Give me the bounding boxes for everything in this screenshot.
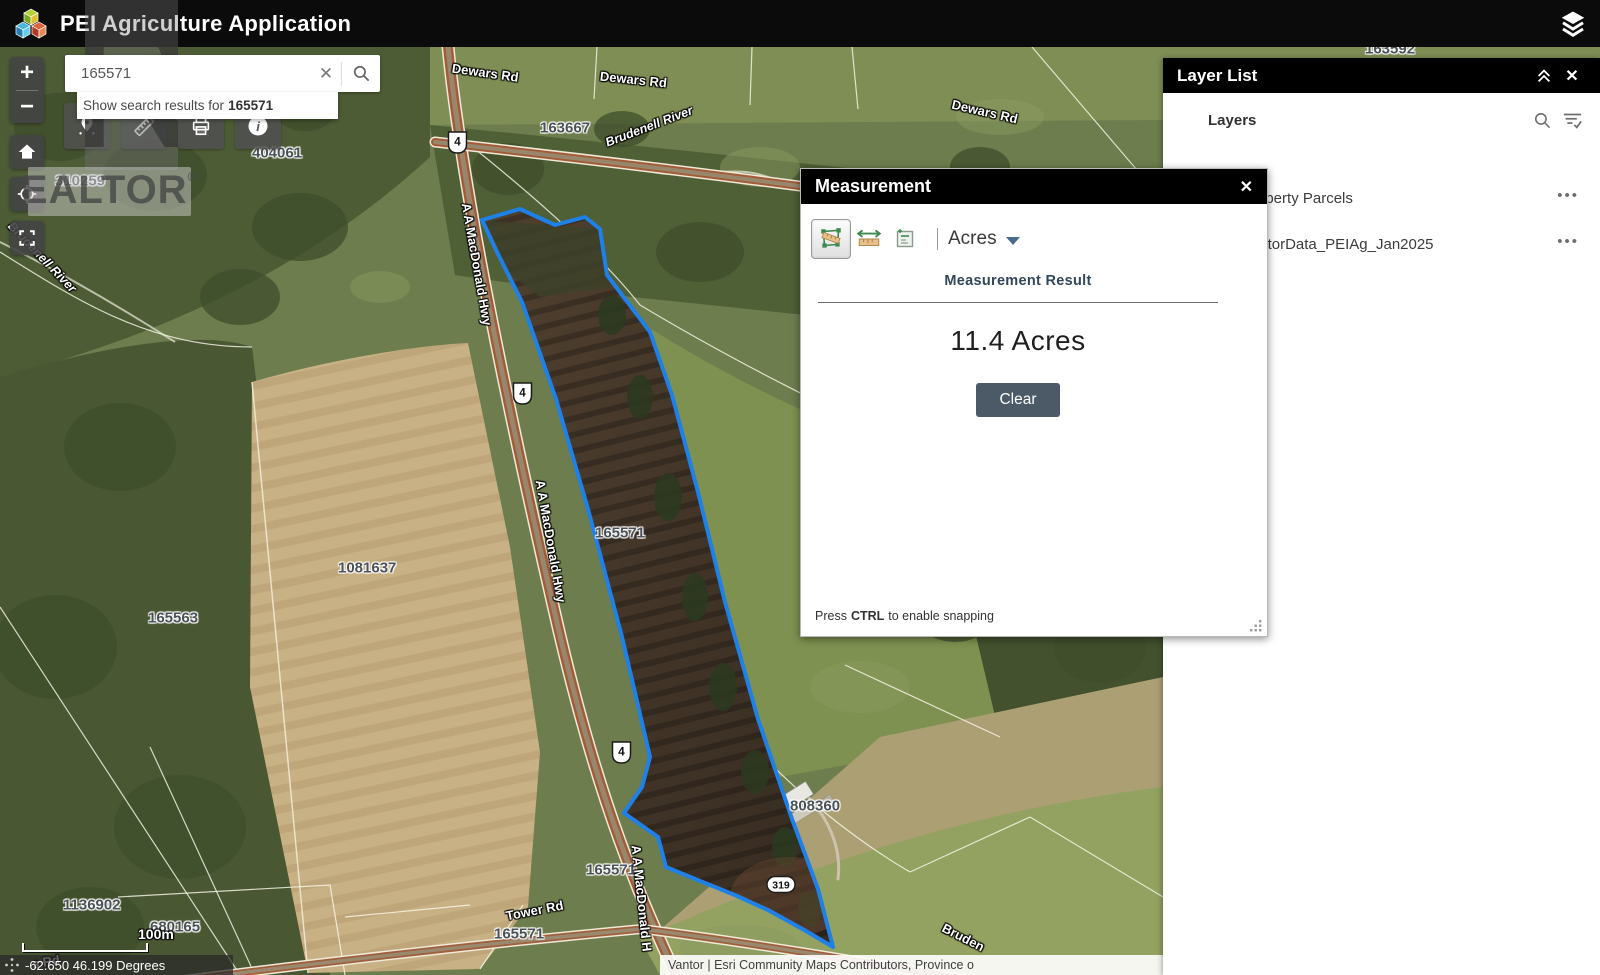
zoom-control: + − [10, 57, 44, 123]
scalebar [22, 943, 148, 952]
measurement-header: Measurement ✕ [801, 169, 1267, 204]
hint-suffix: to enable snapping [888, 609, 994, 623]
unit-dropdown[interactable]: Acres [948, 228, 1020, 250]
search-button[interactable] [342, 55, 380, 92]
search-icon [352, 64, 371, 83]
home-button[interactable] [10, 135, 44, 169]
layers-section-label: Layers [1208, 112, 1256, 129]
home-icon [17, 142, 37, 162]
clear-search-icon[interactable]: ✕ [311, 64, 341, 84]
zoom-out-button[interactable]: − [10, 90, 44, 123]
search-input[interactable] [65, 65, 311, 82]
measure-location-button[interactable] [887, 219, 923, 259]
measure-location-icon [893, 227, 917, 251]
app-title: PEI Agriculture Application [60, 11, 351, 37]
collapse-panel-button[interactable] [1530, 62, 1558, 90]
measurement-title: Measurement [815, 176, 1240, 197]
search-box: ✕ [65, 55, 380, 92]
close-layer-list-button[interactable]: ✕ [1558, 62, 1586, 90]
measurement-result-value: 11.4 Acres [818, 325, 1218, 357]
measure-area-button[interactable] [811, 219, 851, 259]
snapping-hint: Press CTRL to enable snapping [815, 609, 994, 623]
filter-check-icon [1562, 111, 1583, 130]
measure-distance-icon [856, 226, 882, 252]
watermark-rest: EALTOR [21, 167, 188, 213]
pei-agriculture-app: 1636674040613102591635921081637165563165… [0, 0, 1600, 975]
zoom-in-button[interactable]: + [10, 57, 44, 90]
toolbar-separator [937, 228, 938, 250]
hint-key: CTRL [851, 609, 884, 623]
layers-icon [1558, 9, 1588, 39]
clear-button[interactable]: Clear [976, 383, 1060, 417]
crosshair-icon [4, 957, 20, 973]
measure-area-icon [818, 226, 844, 252]
fullscreen-icon [18, 229, 36, 247]
search-suggestion[interactable]: Show search results for 165571 [77, 92, 338, 119]
layer-options-button[interactable]: ••• [1557, 233, 1579, 250]
resize-handle[interactable] [1249, 619, 1262, 632]
close-measurement-button[interactable]: ✕ [1240, 177, 1253, 197]
hint-prefix: Press [815, 609, 847, 623]
result-divider [818, 302, 1218, 303]
app-header: PEI Agriculture Application [0, 0, 1600, 47]
measurement-dialog: Measurement ✕ [800, 168, 1268, 637]
layer-list-title: Layer List [1177, 66, 1530, 86]
map-attribution: Vantor | Esri Community Maps Contributor… [660, 955, 1163, 975]
app-logo-icon [14, 7, 48, 41]
measurement-content: Measurement Result 11.4 Acres Clear [818, 273, 1218, 417]
svg-text:i: i [256, 119, 260, 134]
layer-name: VantorData_PEIAg_Jan2025 [1242, 236, 1434, 253]
basemap-layers-button[interactable] [1554, 5, 1592, 43]
coordinate-readout: -62.650 46.199 Degrees [25, 958, 165, 973]
measure-distance-button[interactable] [851, 219, 887, 259]
measurement-result-header: Measurement Result [818, 273, 1218, 289]
search-layers-button[interactable] [1533, 111, 1552, 135]
filter-layers-button[interactable] [1562, 111, 1583, 135]
chevron-down-icon [1006, 237, 1020, 245]
watermark-registered-mark: ® [188, 167, 199, 187]
layer-list-header: Layer List ✕ [1163, 58, 1600, 93]
scalebar-label: 100m [138, 926, 174, 942]
layer-options-button[interactable]: ••• [1557, 187, 1579, 204]
layer-search-icon [1533, 111, 1552, 130]
suggestion-term: 165571 [228, 98, 273, 113]
resize-grip-icon [1249, 619, 1262, 632]
suggestion-text: Show search results for [83, 98, 224, 113]
measurement-toolbar: Acres [811, 219, 1020, 259]
unit-label: Acres [948, 228, 997, 250]
watermark-word-box: EALTOR® [28, 167, 191, 216]
double-chevron-up-icon [1535, 67, 1553, 85]
coordinate-widget: -62.650 46.199 Degrees [0, 955, 233, 975]
fullscreen-button[interactable] [10, 221, 44, 255]
